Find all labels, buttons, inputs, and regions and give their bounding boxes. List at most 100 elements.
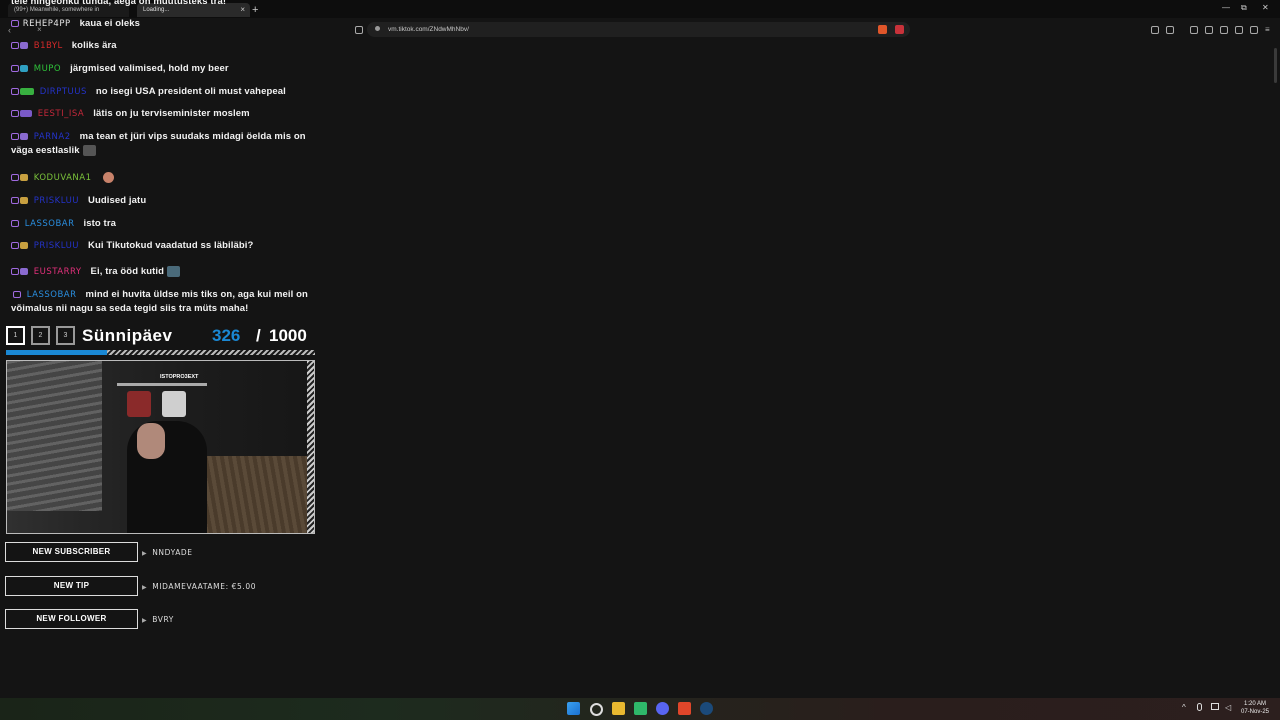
chat-message: REHEP4PP kaua ei oleks [11,17,311,31]
chat-text: kaua ei oleks [79,18,141,29]
twitch-badge-icon [11,19,19,27]
brave-rewards-icon[interactable] [895,25,904,34]
chat-message: PRISKLUU Kui Tikutokud vaadatud ss läbilä… [11,239,311,253]
discord-icon[interactable] [656,702,669,715]
chat-message: EUSTARRY Ei, tra ööd kutid [11,265,311,279]
frame-stripe [307,361,314,533]
chat-username[interactable]: PARNA2 [34,132,71,142]
clock-date: 07-Nov-25 [1241,709,1270,715]
alert-new-subscriber-value: ▶ NNDYADE [142,548,193,557]
gift-badge-icon [20,132,28,140]
bookmark-icon[interactable] [355,26,363,34]
vpn-icon[interactable] [1250,26,1258,34]
media-icon[interactable] [1190,26,1198,34]
search-icon[interactable] [590,703,603,716]
chat-text: isto tra [83,218,117,229]
chat-message: EESTI_ISA lätis on ju terviseminister mos… [11,107,311,121]
discord-extension-icon[interactable] [1166,26,1174,34]
address-bar[interactable]: vm.tiktok.com/ZNdwMhNbv/ [367,22,910,37]
chat-message: DIRPTUUS no isegi USA president oli must … [11,85,311,99]
extension-icon[interactable] [1151,26,1159,34]
chat-message: PARNA2 ma tean et jüri vips suudaks midag… [11,130,311,158]
alert-new-tip-label: NEW TIP [5,576,138,596]
chat-message: LASSOBAR mind ei huvita üldse mis tiks on… [11,288,311,316]
shelf [117,383,207,386]
goal-step-2: 2 [31,326,50,345]
page-scrollbar[interactable] [1274,48,1277,83]
streamer-head [137,423,165,459]
chat-username[interactable]: B1BYL [34,41,63,51]
chat-text: lätis on ju terviseminister moslem [93,108,250,119]
goal-progress-fill [6,350,107,355]
chat-username[interactable]: DIRPTUUS [40,87,87,97]
url-text: vm.tiktok.com/ZNdwMhNbv/ [388,26,469,33]
display-icon[interactable] [1211,703,1219,710]
gift-badge-icon [20,41,28,49]
clock-time: 1:20 AM [1244,701,1267,707]
window-blind [7,361,102,511]
twitch-badge-icon [11,64,19,72]
brave-icon[interactable] [678,702,691,715]
gift-badge-icon [20,267,28,275]
chat-message: PRISKLUU Uudised jatu [11,194,311,208]
emote-image [82,144,96,156]
chat-username[interactable]: REHEP4PP [23,19,71,29]
alert-value-text: NNDYADE [152,548,193,557]
goal-step-3: 3 [56,326,75,345]
speaker-icon[interactable]: ◁ [1225,703,1231,712]
goal-title: Sünnipäev [82,326,173,345]
bits-badge-icon [20,241,28,249]
wallet-icon[interactable] [1220,26,1228,34]
site-info-icon[interactable] [375,26,380,31]
twitch-badge-icon [11,267,19,275]
brave-shields-icon[interactable] [878,25,887,34]
leo-icon[interactable] [1235,26,1243,34]
microphone-icon[interactable] [1197,703,1202,711]
jersey-red [127,391,151,417]
chat-username[interactable]: EUSTARRY [34,267,82,277]
chat-username[interactable]: EESTI_ISA [38,109,84,119]
tray-chevron-icon[interactable]: ^ [1182,703,1186,712]
chat-message: MUPO järgmised valimised, hold my beer [11,62,311,76]
twitch-badge-icon [11,173,19,181]
goal-progress-bar [6,350,315,355]
chat-text: no isegi USA president oli must vahepeal [95,86,286,97]
snowflake-badge-icon [20,64,28,72]
browser-window: (99+) Meanwhile, somewhere in Loading...… [0,0,1280,698]
chat-username[interactable]: LASSOBAR [27,290,77,300]
alert-new-follower-label: NEW FOLLOWER [5,609,138,629]
goal-separator: / [256,326,261,345]
play-arrow-icon: ▶ [142,550,148,557]
goal-step-1: 1 [6,326,25,345]
goal-target: 1000 [269,326,307,345]
chat-username[interactable]: PRISKLUU [34,241,79,251]
twitch-badge-icon [11,241,19,249]
file-explorer-icon[interactable] [612,702,625,715]
minimize-button[interactable]: — [1222,3,1230,12]
chat-message: B1BYL koliks ära [11,39,311,53]
maximize-button[interactable]: ⧉ [1241,3,1247,13]
steam-icon[interactable] [700,702,713,715]
desk [197,456,314,533]
app-icon[interactable] [634,702,647,715]
webcam-feed: ISTOPRO3EXT [6,360,315,534]
bits-badge-icon [20,196,28,204]
menu-icon[interactable]: ≡ [1265,26,1273,34]
twitch-badge-icon [11,41,19,49]
taskbar-clock[interactable]: 1:20 AM 07-Nov-25 [1241,700,1269,716]
check-badge-icon [20,87,34,95]
start-icon[interactable] [567,702,580,715]
chat-text: koliks ära [71,40,117,51]
chat-username[interactable]: MUPO [34,64,61,74]
alert-new-follower-value: ▶ BVRY [142,615,174,624]
subgoal-widget: 1 2 3 Sünnipäev 326 / 1000 [6,325,316,347]
alert-new-subscriber-label: NEW SUBSCRIBER [5,542,138,562]
close-window-button[interactable]: ✕ [1262,3,1269,12]
chat-message-partial: teie hingeohku tunda, aega on muutusteks… [11,0,227,7]
sidebar-icon[interactable] [1205,26,1213,34]
alert-new-tip-value: ▶ MIDAMEVAATAME: €5.00 [142,582,256,591]
chat-username[interactable]: LASSOBAR [25,219,75,229]
chat-username[interactable]: PRISKLUU [34,196,79,206]
chat-username[interactable]: KODUVANA1 [34,173,92,183]
alert-value-text: BVRY [152,615,174,624]
